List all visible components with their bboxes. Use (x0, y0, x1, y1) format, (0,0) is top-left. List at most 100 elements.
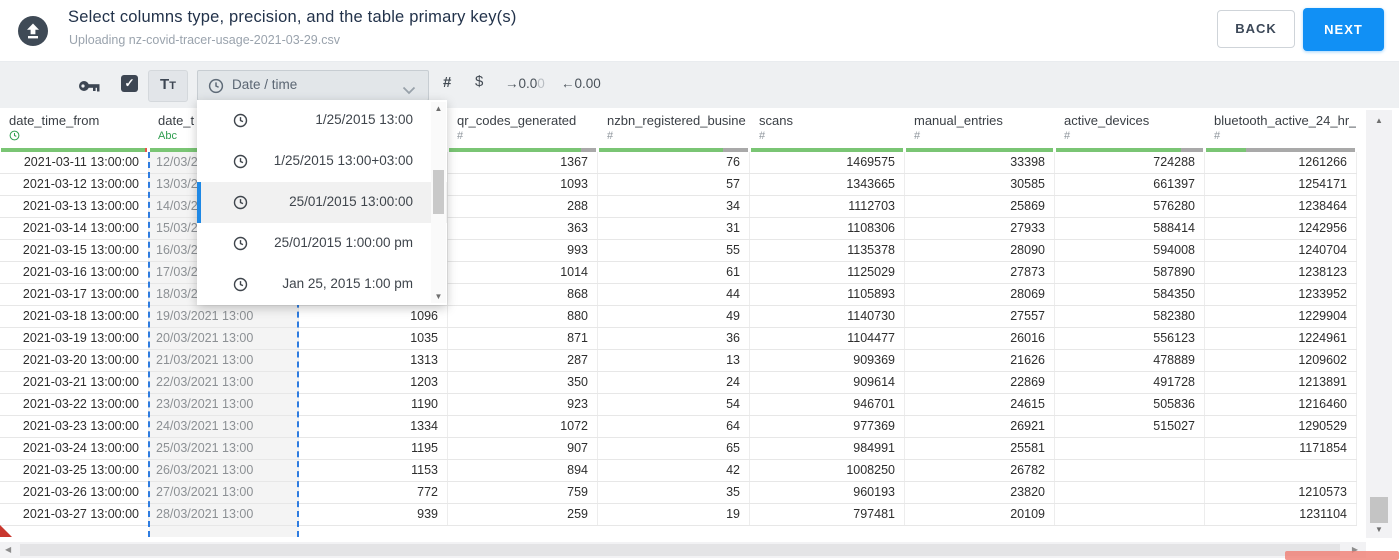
table-cell: 2021-03-19 13:00:00 (0, 328, 149, 349)
table-cell: 1233952 (1205, 284, 1357, 305)
scroll-up-icon[interactable]: ▲ (1366, 116, 1392, 125)
table-cell: 20/03/2021 13:00 (149, 328, 299, 349)
table-cell: 1313 (299, 350, 448, 371)
table-cell: 1104477 (750, 328, 905, 349)
dropdown-option[interactable]: 25/01/2015 13:00:00 (197, 182, 447, 223)
table-cell: 44 (598, 284, 750, 305)
table-cell: 1343665 (750, 174, 905, 195)
upload-cloud-icon (18, 16, 48, 46)
column-header[interactable]: active_devices # (1055, 108, 1205, 148)
dropdown-option[interactable]: Jan 25, 2015 1:00 pm (197, 264, 447, 305)
popup-scrollbar[interactable]: ▲ ▼ (431, 102, 446, 303)
table-cell: 2021-03-18 13:00:00 (0, 306, 149, 327)
table-cell: 2021-03-20 13:00:00 (0, 350, 149, 371)
number-type-label: # (914, 130, 921, 142)
popup-scroll-down-icon[interactable]: ▼ (431, 292, 446, 301)
column-header[interactable]: scans # (750, 108, 905, 148)
number-type-button[interactable]: # (443, 74, 451, 91)
table-cell: 939 (299, 504, 448, 525)
boolean-type-checkbox-icon[interactable]: ✓ (121, 75, 138, 92)
datetime-type-dropdown[interactable]: Date / time (197, 70, 429, 101)
dropdown-option-label: Jan 25, 2015 1:00 pm (282, 276, 413, 291)
back-button[interactable]: BACK (1217, 10, 1295, 48)
table-cell: 19 (598, 504, 750, 525)
dropdown-option[interactable]: 1/25/2015 13:00 (197, 100, 447, 141)
popup-scroll-up-icon[interactable]: ▲ (431, 104, 446, 113)
table-cell: 34 (598, 196, 750, 217)
clock-icon (233, 113, 248, 133)
dropdown-selected-value: Date / time (232, 77, 298, 92)
table-cell: 49 (598, 306, 750, 327)
table-cell: 23/03/2021 13:00 (149, 394, 299, 415)
table-cell: 42 (598, 460, 750, 481)
clock-icon (233, 277, 248, 297)
column-name: date_time_from (9, 113, 100, 128)
table-cell: 1209602 (1205, 350, 1357, 371)
table-cell: 1469575 (750, 152, 905, 173)
table-cell: 27557 (905, 306, 1055, 327)
table-cell: 907 (448, 438, 598, 459)
popup-scrollbar-thumb[interactable] (433, 170, 444, 214)
table-cell (1055, 504, 1205, 525)
table-cell: 2021-03-14 13:00:00 (0, 218, 149, 239)
table-cell: 923 (448, 394, 598, 415)
selected-column-extension (149, 526, 299, 537)
table-cell: 984991 (750, 438, 905, 459)
column-name: nzbn_registered_busine (607, 113, 746, 128)
primary-key-icon[interactable] (78, 79, 101, 97)
table-cell: 35 (598, 482, 750, 503)
increase-decimals-button[interactable]: →0.00 (505, 76, 545, 91)
table-cell: 1153 (299, 460, 448, 481)
table-cell: 64 (598, 416, 750, 437)
table-cell: 880 (448, 306, 598, 327)
table-cell: 2021-03-15 13:00:00 (0, 240, 149, 261)
column-header[interactable]: bluetooth_active_24_hr_ # (1205, 108, 1357, 148)
horizontal-scrollbar[interactable]: ◀ ▶ (0, 542, 1366, 558)
number-type-label: # (607, 130, 614, 142)
scroll-left-icon[interactable]: ◀ (5, 545, 11, 554)
table-cell: 1213891 (1205, 372, 1357, 393)
number-type-label: # (759, 130, 766, 142)
table-cell (1205, 460, 1357, 481)
next-button[interactable]: NEXT (1303, 8, 1384, 51)
table-cell: 26782 (905, 460, 1055, 481)
table-cell: 584350 (1055, 284, 1205, 305)
table-cell: 1140730 (750, 306, 905, 327)
horizontal-scrollbar-thumb[interactable] (20, 544, 1340, 556)
table-cell: 1242956 (1205, 218, 1357, 239)
table-cell: 960193 (750, 482, 905, 503)
table-cell: 1190 (299, 394, 448, 415)
table-cell: 1229904 (1205, 306, 1357, 327)
dropdown-option[interactable]: 25/01/2015 1:00:00 pm (197, 223, 447, 264)
column-name: scans (759, 113, 793, 128)
scroll-down-icon[interactable]: ▼ (1366, 525, 1392, 534)
table-row: 2021-03-18 13:00:00 19/03/2021 13:00 1096 8… (0, 306, 1357, 328)
table-cell: 363 (448, 218, 598, 239)
table-cell: 515027 (1055, 416, 1205, 437)
text-type-button[interactable]: TT (148, 70, 188, 102)
decrease-decimals-button[interactable]: ←0.00 (561, 76, 601, 91)
clock-icon (233, 236, 248, 256)
table-cell: 977369 (750, 416, 905, 437)
table-cell: 24 (598, 372, 750, 393)
table-cell: 909369 (750, 350, 905, 371)
table-cell: 2021-03-26 13:00:00 (0, 482, 149, 503)
vertical-scrollbar[interactable]: ▲ ▼ (1366, 110, 1392, 538)
table-cell: 556123 (1055, 328, 1205, 349)
dropdown-option[interactable]: 1/25/2015 13:00+03:00 (197, 141, 447, 182)
table-cell: 1231104 (1205, 504, 1357, 525)
table-cell: 576280 (1055, 196, 1205, 217)
table-cell: 26921 (905, 416, 1055, 437)
table-cell: 1216460 (1205, 394, 1357, 415)
column-header[interactable]: date_time_from (0, 108, 149, 148)
dropdown-option-label: 1/25/2015 13:00+03:00 (273, 153, 413, 168)
column-header[interactable]: nzbn_registered_busine # (598, 108, 750, 148)
table-cell: 61 (598, 262, 750, 283)
table-cell: 1112703 (750, 196, 905, 217)
table-cell: 20109 (905, 504, 1055, 525)
currency-type-button[interactable]: $ (475, 73, 483, 90)
column-header[interactable]: qr_codes_generated # (448, 108, 598, 148)
table-cell: 25/03/2021 13:00 (149, 438, 299, 459)
vertical-scrollbar-thumb[interactable] (1370, 497, 1388, 523)
column-header[interactable]: manual_entries # (905, 108, 1055, 148)
